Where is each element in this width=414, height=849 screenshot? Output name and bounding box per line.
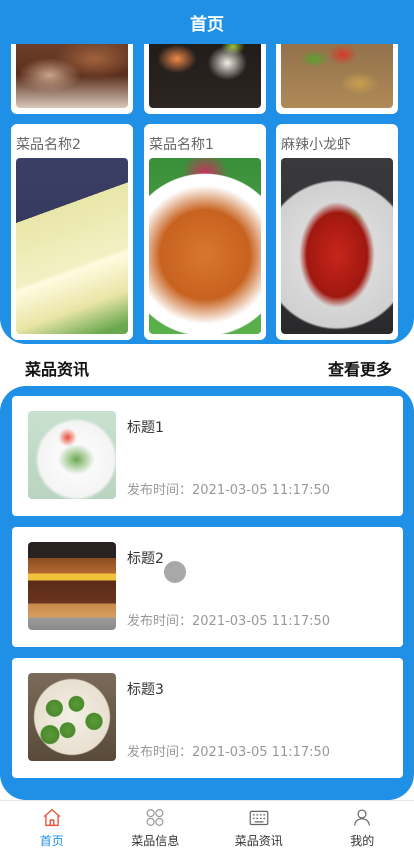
dish-name: 麻辣小龙虾	[281, 134, 351, 154]
dish-image	[16, 158, 128, 334]
tab-dish-info[interactable]: 菜品信息	[104, 801, 208, 849]
dish-card[interactable]: 麻辣小龙虾	[276, 124, 398, 340]
tab-label: 菜品资讯	[235, 832, 283, 849]
touch-indicator	[164, 561, 186, 583]
page-title: 首页	[190, 10, 224, 35]
dish-card[interactable]: 菜品名称1	[144, 124, 266, 340]
home-icon	[41, 807, 63, 828]
section-title: 菜品资讯	[25, 356, 89, 380]
news-title: 标题3	[127, 679, 164, 699]
bottom-tab-bar: 首页 菜品信息 菜品资讯 我的	[0, 800, 414, 849]
news-time: 发布时间：2021-03-05 11:17:50	[127, 741, 330, 760]
grid-icon	[144, 807, 166, 828]
user-icon	[351, 807, 373, 828]
news-thumbnail	[28, 673, 116, 761]
dish-name: 菜品名称1	[149, 134, 214, 154]
dish-image	[281, 158, 393, 334]
tab-label: 菜品信息	[131, 832, 179, 849]
dish-image	[149, 158, 261, 334]
news-section-header: 菜品资讯 查看更多	[0, 352, 414, 382]
news-title: 标题1	[127, 417, 164, 437]
dish-card[interactable]: 菜品名称2	[11, 124, 133, 340]
news-card[interactable]: 标题1 发布时间：2021-03-05 11:17:50	[12, 396, 403, 516]
news-time: 发布时间：2021-03-05 11:17:50	[127, 479, 330, 498]
page-header: 首页	[0, 0, 414, 44]
news-card[interactable]: 标题3 发布时间：2021-03-05 11:17:50	[12, 658, 403, 778]
dish-panel: 菜品名称2 菜品名称1 麻辣小龙虾	[0, 0, 414, 344]
tab-label: 我的	[350, 832, 374, 849]
view-more-link[interactable]: 查看更多	[328, 356, 392, 380]
tab-mine[interactable]: 我的	[311, 801, 414, 849]
tab-dish-news[interactable]: 菜品资讯	[207, 801, 311, 849]
news-thumbnail	[28, 411, 116, 499]
tab-home[interactable]: 首页	[0, 801, 104, 849]
news-panel: 标题1 发布时间：2021-03-05 11:17:50 标题2 发布时间：20…	[0, 386, 414, 800]
news-card[interactable]: 标题2 发布时间：2021-03-05 11:17:50	[12, 527, 403, 647]
news-thumbnail	[28, 542, 116, 630]
news-time: 发布时间：2021-03-05 11:17:50	[127, 610, 330, 629]
news-title: 标题2	[127, 548, 164, 568]
tab-label: 首页	[40, 832, 64, 849]
keyboard-icon	[248, 807, 270, 828]
dish-name: 菜品名称2	[16, 134, 81, 154]
